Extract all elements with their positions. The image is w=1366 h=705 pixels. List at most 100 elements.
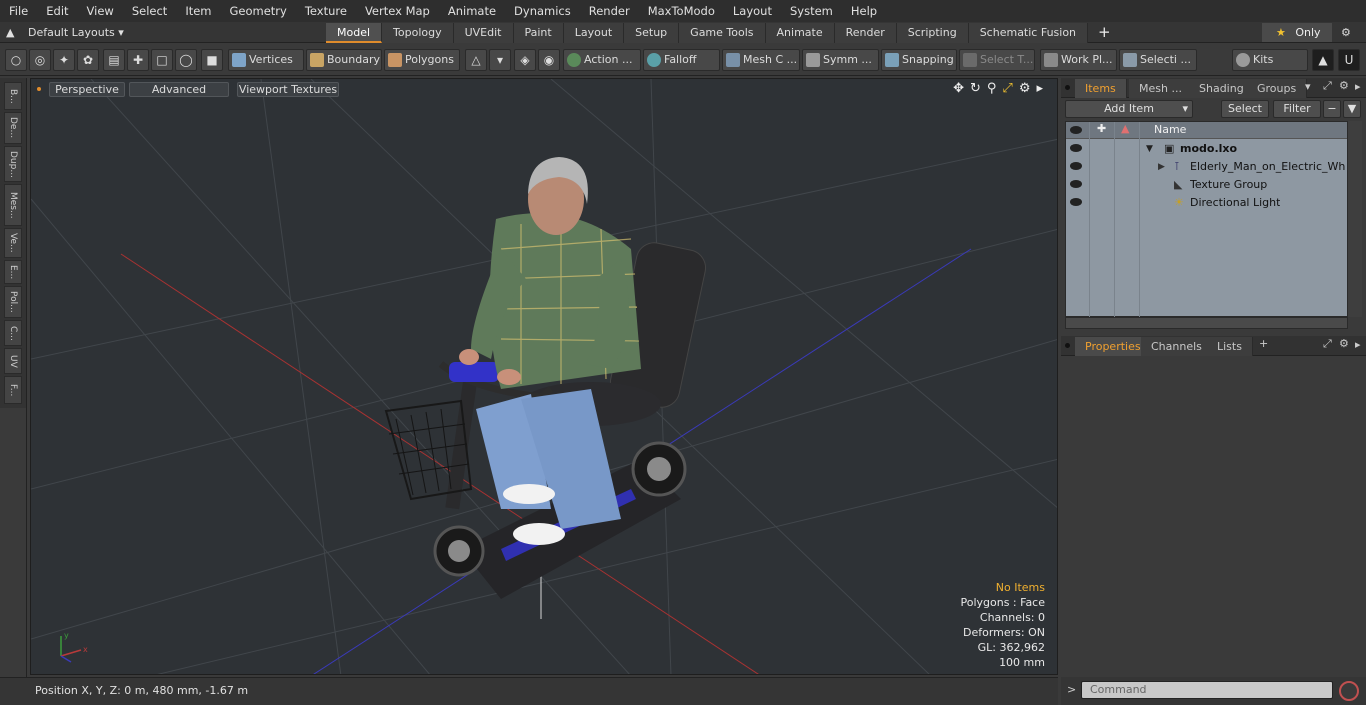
boundary-button[interactable]: Boundary (306, 49, 382, 71)
scale-icon[interactable]: □ (151, 49, 173, 71)
layers-icon[interactable]: ▤ (103, 49, 125, 71)
name-column-header[interactable]: Name (1154, 123, 1186, 136)
items-horizontal-scrollbar[interactable] (1065, 317, 1348, 329)
left-tab-polygon[interactable]: Pol... (4, 286, 22, 318)
menu-texture[interactable]: Texture (296, 0, 356, 22)
symmetry-button[interactable]: Symm ... (802, 49, 879, 71)
vertices-button[interactable]: Vertices (228, 49, 304, 71)
panel-gear-icon[interactable]: ⚙ (1339, 79, 1349, 92)
expand-arrow-icon[interactable]: ▼ (1146, 140, 1153, 158)
expand-arrow-icon[interactable]: ▶ (1158, 158, 1165, 176)
visibility-eye-icon[interactable] (1070, 162, 1082, 170)
filter-button[interactable]: Filter (1273, 100, 1321, 118)
add-item-button[interactable]: Add Item ▾ (1065, 100, 1193, 118)
kits-button[interactable]: Kits (1232, 49, 1308, 71)
item-row-mesh[interactable]: ▶ ⊺ Elderly_Man_on_Electric_Wh ... (1066, 158, 1348, 176)
symmetry-shield-icon[interactable]: ◈ (514, 49, 536, 71)
left-tab-curve[interactable]: C... (4, 320, 22, 346)
tab-setup[interactable]: Setup (624, 23, 680, 43)
left-tab-uv[interactable]: UV (4, 348, 22, 374)
tab-animate[interactable]: Animate (765, 23, 835, 43)
menu-vertex-map[interactable]: Vertex Map (356, 0, 439, 22)
only-toggle[interactable]: ★ Only (1262, 23, 1332, 42)
tab-lists[interactable]: Lists (1207, 337, 1253, 356)
left-tab-basic[interactable]: B... (4, 82, 22, 110)
menu-edit[interactable]: Edit (37, 0, 77, 22)
action-center-button[interactable]: Action ... (563, 49, 641, 71)
falloff-button[interactable]: Falloff (643, 49, 720, 71)
panel-expand-icon[interactable]: ⤢ (1323, 79, 1332, 93)
snapping-button[interactable]: Snapping (881, 49, 957, 71)
rotate-view-icon[interactable]: ↻ (970, 81, 981, 96)
menu-system[interactable]: System (781, 0, 842, 22)
item-row-texture-group[interactable]: ◣ Texture Group (1066, 176, 1347, 194)
gear-icon[interactable]: ⚙ (1341, 22, 1351, 43)
settings-shield-icon[interactable]: ◉ (538, 49, 560, 71)
left-tab-edge[interactable]: E... (4, 260, 22, 284)
tab-scripting[interactable]: Scripting (896, 23, 969, 43)
circle-select-icon[interactable]: ○ (5, 49, 27, 71)
record-macro-icon[interactable] (1339, 681, 1359, 701)
viewport-expand-icon[interactable]: ▸ (1036, 81, 1043, 96)
properties-expand-icon[interactable]: ⤢ (1323, 337, 1332, 351)
tab-game-tools[interactable]: Game Tools (679, 23, 766, 43)
menu-geometry[interactable]: Geometry (221, 0, 296, 22)
collapse-icon[interactable]: − (1323, 100, 1341, 118)
perspective-button[interactable]: Perspective (49, 82, 125, 97)
3d-viewport[interactable]: Perspective Advanced Viewport Textures ✥… (30, 78, 1058, 675)
polygons-button[interactable]: Polygons (384, 49, 460, 71)
tab-groups[interactable]: Groups (1247, 79, 1308, 98)
tab-render[interactable]: Render (834, 23, 897, 43)
funnel-icon[interactable]: ▼ (1343, 100, 1361, 118)
left-tab-vertex[interactable]: Ve... (4, 228, 22, 258)
tab-topology[interactable]: Topology (382, 23, 454, 43)
item-row-directional-light[interactable]: ☀ Directional Light (1066, 194, 1347, 212)
viewport-settings-icon[interactable]: ⚙ (1019, 81, 1031, 96)
menu-animate[interactable]: Animate (439, 0, 505, 22)
items-vertical-scrollbar[interactable] (1348, 121, 1362, 317)
brush-icon[interactable]: ✿ (77, 49, 99, 71)
properties-gear-icon[interactable]: ⚙ (1339, 337, 1349, 350)
zoom-icon[interactable]: ⚲ (987, 81, 997, 96)
left-tab-deform[interactable]: De... (4, 112, 22, 144)
select-button[interactable]: Select (1221, 100, 1269, 118)
menu-layout[interactable]: Layout (724, 0, 781, 22)
chevron-down-icon[interactable]: ▾ (489, 49, 511, 71)
add-tab-icon[interactable]: + (1088, 23, 1121, 43)
pan-icon[interactable]: ✥ (953, 81, 964, 96)
transform-icon[interactable]: ✚ (127, 49, 149, 71)
item-mode-icon[interactable]: △ (465, 49, 487, 71)
globe-icon[interactable]: ◎ (29, 49, 51, 71)
tab-items[interactable]: Items (1075, 79, 1127, 98)
command-input[interactable]: Command (1081, 681, 1333, 699)
viewport-menu-dot[interactable] (37, 87, 41, 91)
menu-render[interactable]: Render (580, 0, 639, 22)
rotate-icon[interactable]: ◯ (175, 49, 197, 71)
fit-icon[interactable]: ⤢ (1002, 81, 1012, 96)
menu-maxtomodo[interactable]: MaxToModo (639, 0, 724, 22)
tab-paint[interactable]: Paint (513, 23, 564, 43)
tab-mesh[interactable]: Mesh ... (1129, 79, 1193, 98)
cube-icon[interactable]: ■ (201, 49, 223, 71)
selection-sets-button[interactable]: Selecti ... (1119, 49, 1197, 71)
visibility-eye-icon[interactable] (1070, 144, 1082, 152)
mesh-constraint-button[interactable]: Mesh C ... (722, 49, 800, 71)
menu-select[interactable]: Select (123, 0, 176, 22)
visibility-eye-icon[interactable] (1070, 180, 1082, 188)
panel-menu-dot[interactable] (1065, 85, 1070, 90)
menu-help[interactable]: Help (842, 0, 886, 22)
visibility-eye-icon[interactable] (1070, 198, 1082, 206)
layouts-dropdown[interactable]: ▲ Default Layouts ▾ (6, 22, 124, 43)
tab-uvedit[interactable]: UVEdit (453, 23, 514, 43)
tab-model[interactable]: Model (326, 23, 383, 43)
menu-item[interactable]: Item (176, 0, 220, 22)
properties-menu-dot[interactable] (1065, 343, 1070, 348)
menu-view[interactable]: View (78, 0, 123, 22)
menu-dynamics[interactable]: Dynamics (505, 0, 580, 22)
advanced-button[interactable]: Advanced (129, 82, 229, 97)
properties-arrow-icon[interactable]: ▸ (1355, 338, 1361, 351)
work-plane-button[interactable]: Work Pl... (1040, 49, 1117, 71)
select-through-button[interactable]: Select T... (959, 49, 1035, 71)
tab-layout[interactable]: Layout (563, 23, 625, 43)
menu-file[interactable]: File (0, 0, 37, 22)
